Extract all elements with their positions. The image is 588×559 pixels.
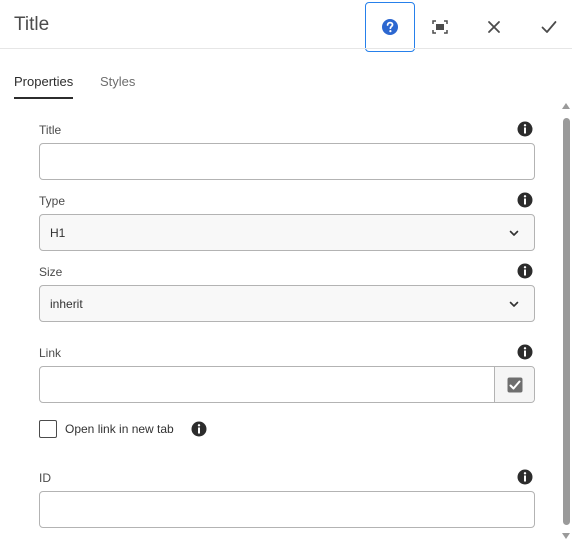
link-label: Link xyxy=(39,346,62,360)
size-select-value: inherit xyxy=(50,297,83,311)
tab-styles[interactable]: Styles xyxy=(100,74,135,89)
dialog-header: Title xyxy=(0,0,588,52)
header-divider xyxy=(0,48,572,49)
info-icon[interactable] xyxy=(517,344,533,360)
id-label: ID xyxy=(39,471,51,485)
help-icon xyxy=(382,19,398,35)
id-input[interactable] xyxy=(39,491,535,528)
info-icon[interactable] xyxy=(191,421,207,437)
chevron-down-icon xyxy=(509,301,519,307)
info-icon[interactable] xyxy=(517,121,533,137)
title-input[interactable] xyxy=(39,143,535,180)
scroll-down-arrow[interactable] xyxy=(562,533,570,539)
size-select[interactable]: inherit xyxy=(39,285,535,322)
info-icon[interactable] xyxy=(517,469,533,485)
vertical-scrollbar[interactable] xyxy=(561,103,573,543)
open-new-tab-label: Open link in new tab xyxy=(65,422,174,436)
fullscreen-button[interactable] xyxy=(415,2,465,52)
title-label: Title xyxy=(39,123,62,137)
tab-properties[interactable]: Properties xyxy=(14,74,74,99)
open-new-tab-checkbox[interactable] xyxy=(39,420,57,438)
checkmark-icon xyxy=(541,21,557,33)
type-select[interactable]: H1 xyxy=(39,214,535,251)
scroll-up-arrow[interactable] xyxy=(562,103,570,109)
help-button[interactable] xyxy=(365,2,415,52)
scrollbar-thumb[interactable] xyxy=(563,118,570,525)
info-icon[interactable] xyxy=(517,192,533,208)
close-icon xyxy=(488,21,500,33)
checkbox-checked-icon xyxy=(507,377,522,392)
properties-panel: Title Type H1 Size inherit Link Open lin… xyxy=(14,112,558,542)
done-button[interactable] xyxy=(524,2,574,52)
type-select-value: H1 xyxy=(50,226,66,240)
link-field xyxy=(39,366,535,403)
link-input[interactable] xyxy=(40,367,495,402)
close-button[interactable] xyxy=(469,2,519,52)
link-picker-button[interactable] xyxy=(494,367,534,402)
type-label: Type xyxy=(39,194,66,208)
dialog-title: Title xyxy=(14,14,50,35)
size-label: Size xyxy=(39,265,63,279)
fullscreen-icon xyxy=(432,20,448,34)
chevron-down-icon xyxy=(509,230,519,236)
info-icon[interactable] xyxy=(517,263,533,279)
